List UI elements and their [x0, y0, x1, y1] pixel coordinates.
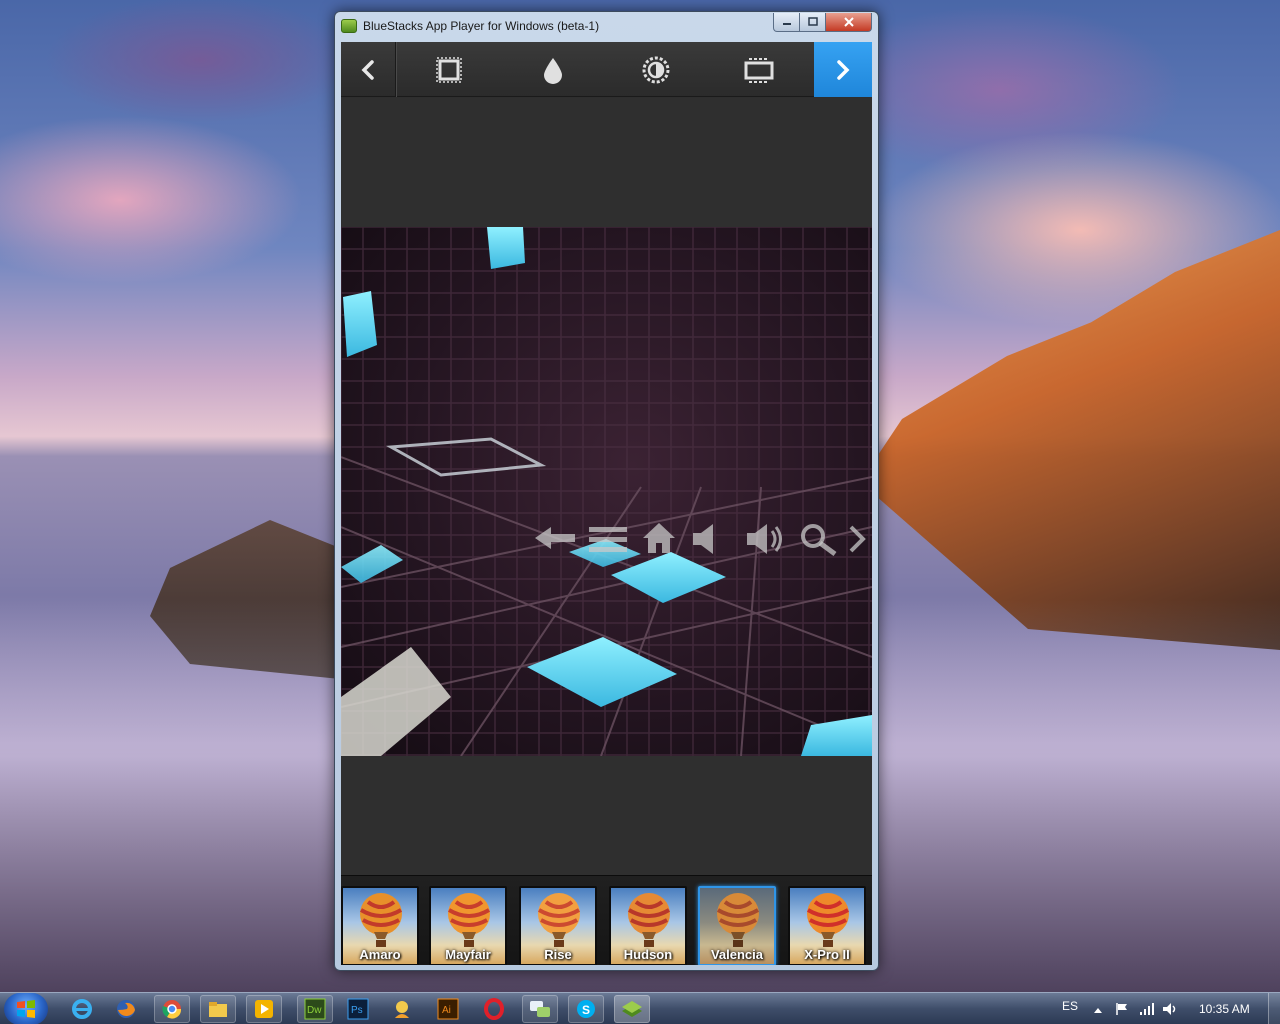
- balloon-icon: [627, 893, 671, 947]
- close-icon: [843, 17, 854, 27]
- chat-icon: [530, 1001, 550, 1017]
- menu-icon[interactable]: [587, 524, 629, 554]
- volume-down-icon[interactable]: [689, 522, 723, 556]
- taskbar-explorer[interactable]: [200, 995, 236, 1023]
- taskbar-messenger[interactable]: [384, 995, 420, 1023]
- search-icon[interactable]: [799, 522, 839, 556]
- bluestacks-icon: [622, 1001, 642, 1017]
- media-player-icon: [255, 1000, 273, 1018]
- taskbar-chat[interactable]: [522, 995, 558, 1023]
- canvas-padding-bottom: [341, 756, 872, 875]
- blur-tool-button[interactable]: [523, 42, 583, 97]
- next-button[interactable]: [814, 42, 872, 97]
- brightness-icon: [642, 56, 670, 83]
- taskbar-firefox[interactable]: [108, 995, 144, 1023]
- taskbar-bluestacks[interactable]: [614, 995, 650, 1023]
- action-center-flag-icon[interactable]: [1115, 1002, 1129, 1016]
- illustrator-label: Ai: [442, 1005, 451, 1016]
- wallpaper-cliff: [860, 230, 1280, 650]
- close-button[interactable]: [826, 13, 872, 32]
- photoshop-label: Ps: [351, 1005, 363, 1016]
- home-icon[interactable]: [641, 521, 677, 555]
- taskbar-media-player[interactable]: [246, 995, 282, 1023]
- dreamweaver-label: Dw: [307, 1005, 322, 1016]
- maximize-button[interactable]: [800, 13, 826, 32]
- canvas-padding-top: [341, 98, 872, 227]
- taskbar: Dw Ps Ai S ES 10:35 AM: [0, 992, 1280, 1024]
- filter-strip: Amaro Mayfair Rise Hudson Valencia X-Pro…: [341, 875, 872, 965]
- balloon-icon: [447, 893, 491, 947]
- taskbar-skype[interactable]: S: [568, 995, 604, 1023]
- taskbar-photoshop[interactable]: Ps: [340, 995, 376, 1023]
- window-title: BlueStacks App Player for Windows (beta-…: [363, 19, 600, 33]
- start-orb-icon: [17, 1000, 35, 1018]
- bluestacks-window: BlueStacks App Player for Windows (beta-…: [334, 11, 879, 971]
- balloon-icon: [537, 893, 581, 947]
- show-desktop-button[interactable]: [1268, 993, 1280, 1024]
- volume-icon[interactable]: [1162, 1002, 1180, 1016]
- skype-icon: S: [577, 1000, 595, 1018]
- balloon-icon: [716, 893, 760, 947]
- filter-label: X-Pro II: [804, 947, 850, 962]
- frame-icon: [436, 56, 462, 83]
- dreamweaver-icon: Dw: [304, 998, 326, 1020]
- filter-hudson[interactable]: Hudson: [609, 886, 687, 965]
- illustrator-icon: Ai: [437, 998, 459, 1020]
- balloon-icon: [806, 893, 850, 947]
- filter-label: Valencia: [710, 947, 764, 962]
- firefox-icon: [117, 1000, 135, 1018]
- chevron-right-icon: [837, 59, 850, 80]
- balloon-icon: [359, 893, 403, 947]
- opera-icon: [484, 998, 504, 1020]
- crop-tool-button[interactable]: [729, 42, 789, 97]
- filter-valencia[interactable]: Valencia: [698, 886, 776, 965]
- language-indicator[interactable]: ES: [1062, 999, 1078, 1013]
- show-hidden-icons-icon[interactable]: [1093, 1006, 1103, 1014]
- minimize-button[interactable]: [773, 13, 800, 32]
- filter-xpro-ii[interactable]: X-Pro II: [788, 886, 866, 965]
- messenger-icon: [395, 1001, 409, 1018]
- chrome-icon: [162, 1000, 182, 1019]
- android-nav-overlay: [531, 519, 872, 559]
- clock[interactable]: 10:35 AM: [1199, 1002, 1250, 1016]
- taskbar-dreamweaver[interactable]: Dw: [297, 995, 333, 1023]
- taskbar-opera[interactable]: [476, 995, 512, 1023]
- photo-preview[interactable]: [341, 227, 872, 756]
- filter-label: Amaro: [359, 947, 401, 962]
- chevron-right-icon[interactable]: [847, 524, 869, 554]
- explorer-icon: [209, 1002, 227, 1017]
- crop-icon: [744, 57, 774, 83]
- minimize-icon: [782, 23, 791, 25]
- app-screen: Amaro Mayfair Rise Hudson Valencia X-Pro…: [341, 42, 872, 965]
- taskbar-chrome[interactable]: [154, 995, 190, 1023]
- taskbar-internet-explorer[interactable]: [64, 995, 100, 1023]
- filter-mayfair[interactable]: Mayfair: [429, 886, 507, 965]
- photoshop-icon: Ps: [347, 998, 369, 1020]
- back-arrow-icon[interactable]: [531, 523, 577, 553]
- window-controls: [773, 13, 872, 33]
- filter-label: Rise: [544, 947, 572, 962]
- maximize-icon: [807, 17, 818, 26]
- filter-amaro[interactable]: Amaro: [341, 886, 419, 965]
- bluestacks-icon: [341, 19, 357, 33]
- drop-icon: [544, 57, 562, 84]
- photo-image: [341, 227, 872, 756]
- editor-toolbar: [341, 42, 872, 97]
- back-button[interactable]: [341, 42, 396, 97]
- start-button[interactable]: [4, 993, 48, 1024]
- filter-rise[interactable]: Rise: [519, 886, 597, 965]
- taskbar-illustrator[interactable]: Ai: [430, 995, 466, 1023]
- network-signal-icon[interactable]: [1139, 1002, 1155, 1016]
- svg-text:S: S: [582, 1003, 590, 1017]
- window-titlebar[interactable]: BlueStacks App Player for Windows (beta-…: [335, 12, 878, 42]
- brightness-tool-button[interactable]: [626, 42, 686, 97]
- filter-label: Mayfair: [445, 947, 491, 962]
- chevron-left-icon: [361, 59, 374, 80]
- frame-tool-button[interactable]: [419, 42, 479, 97]
- volume-up-icon[interactable]: [743, 522, 785, 556]
- filter-label: Hudson: [623, 947, 673, 962]
- internet-explorer-icon: [72, 999, 92, 1019]
